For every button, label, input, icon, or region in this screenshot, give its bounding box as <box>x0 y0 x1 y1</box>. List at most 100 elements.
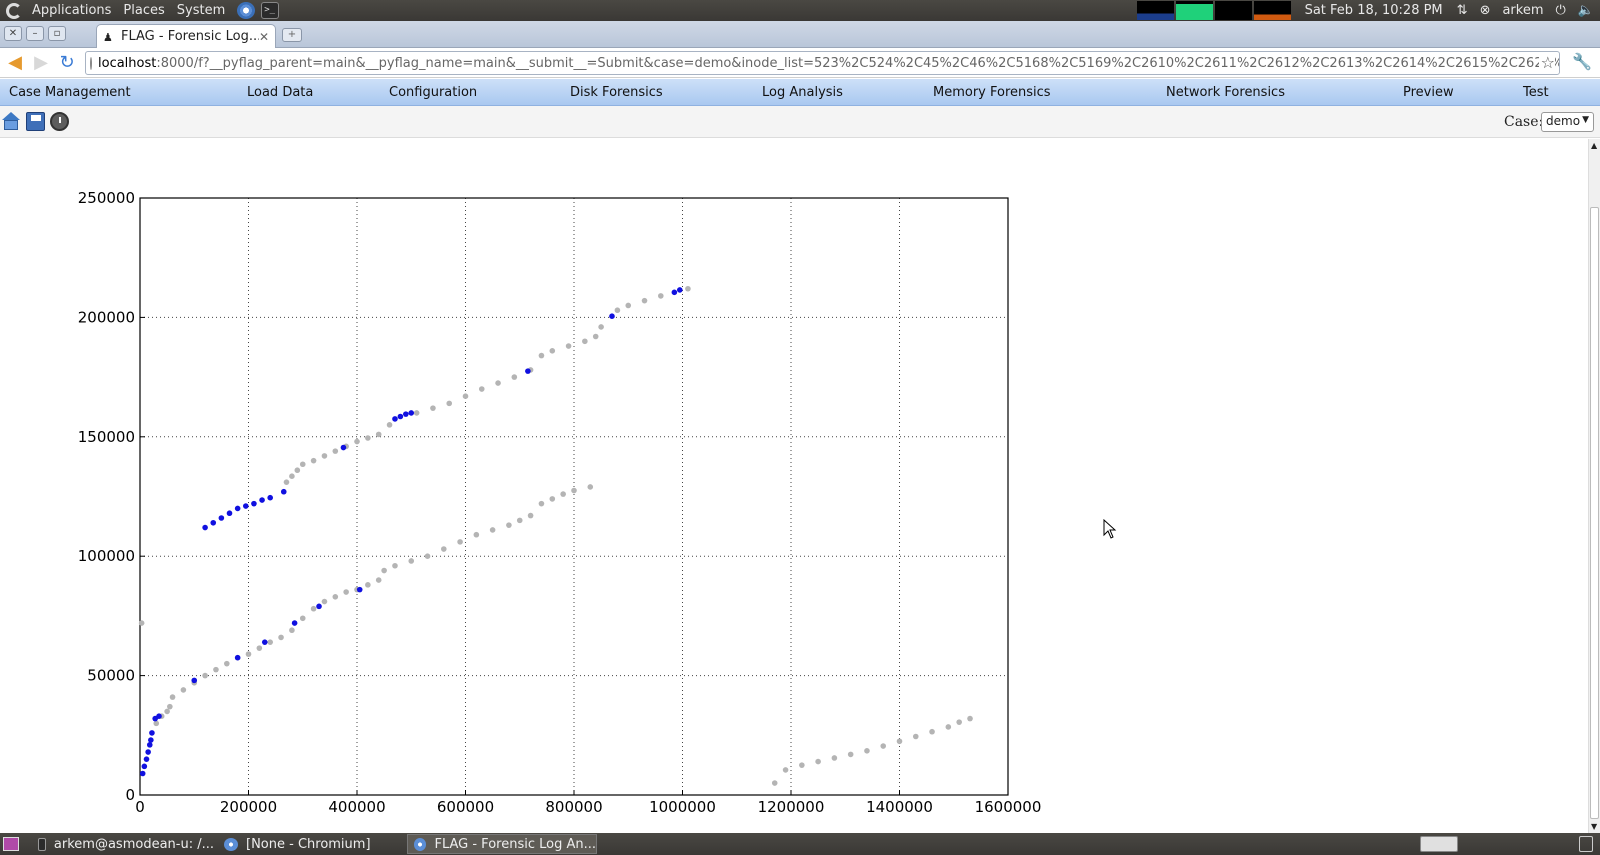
data-point-grey <box>332 593 339 600</box>
data-point-grey <box>489 527 496 533</box>
timezone-icon[interactable] <box>50 112 69 131</box>
menu-log-analysis[interactable]: Log Analysis <box>762 85 843 100</box>
task-chromium-label: [None - Chromium] <box>246 836 371 852</box>
data-point-grey <box>598 324 604 330</box>
menu-load-data[interactable]: Load Data <box>247 85 313 100</box>
forward-arrow-icon[interactable]: ▶ <box>30 52 52 74</box>
window-close-icon[interactable]: ✕ <box>4 26 22 41</box>
system-monitor-applet[interactable] <box>1136 1 1293 20</box>
data-point-grey <box>332 448 339 454</box>
menu-test[interactable]: Test <box>1523 85 1549 100</box>
data-point-grey <box>375 577 382 583</box>
data-point-grey <box>549 496 556 502</box>
data-point-grey <box>424 553 431 559</box>
x-tick-labels: 0 200000 400000 600000 800000 1000000 1200000 1… <box>135 790 1041 816</box>
data-point-grey <box>549 348 556 354</box>
task-flag[interactable]: FLAG - Forensic Log An... <box>407 834 597 854</box>
vertical-scrollbar[interactable]: ▲ ▼ <box>1588 139 1600 833</box>
chart-points <box>138 285 973 786</box>
case-label: Case: <box>1504 114 1544 130</box>
y-tick-label: 150000 <box>78 428 135 446</box>
data-point-blue <box>145 749 151 755</box>
window-minimize-icon[interactable]: – <box>26 26 44 41</box>
data-point-grey <box>582 338 588 345</box>
task-chromium[interactable]: [None - Chromium] <box>218 834 403 854</box>
reload-icon[interactable]: ↻ <box>56 52 78 74</box>
back-arrow-icon[interactable]: ◀ <box>4 52 26 74</box>
data-point-blue <box>259 497 265 503</box>
terminal-launcher-icon[interactable]: >_ <box>261 2 280 19</box>
y-tick-label: 50000 <box>87 667 135 685</box>
task-terminal[interactable]: arkem@asmodean-u: /... <box>32 834 214 854</box>
menu-memory-forensics[interactable]: Memory Forensics <box>933 85 1051 100</box>
places-menu[interactable]: Places <box>117 3 170 18</box>
power-icon[interactable]: ⏻ <box>1550 3 1572 18</box>
data-point-grey <box>685 285 691 292</box>
data-point-grey <box>256 645 263 651</box>
volume-icon[interactable]: 🔈 <box>1572 3 1600 18</box>
bottom-taskbar: arkem@asmodean-u: /... [None - Chromium]… <box>0 833 1600 855</box>
data-point-blue <box>191 677 198 684</box>
data-point-grey <box>967 715 973 722</box>
menu-case-management[interactable]: Case Management <box>9 85 131 100</box>
system-menu[interactable]: System <box>171 3 231 18</box>
data-point-blue <box>242 503 249 509</box>
data-point-blue <box>671 289 678 296</box>
trash-icon[interactable] <box>1579 836 1593 852</box>
data-point-grey <box>164 708 170 715</box>
data-point-grey <box>278 634 284 641</box>
data-point-grey <box>294 467 301 474</box>
scroll-up-icon[interactable]: ▲ <box>1591 141 1597 150</box>
chromium-launcher-icon[interactable] <box>237 2 256 19</box>
load-graph <box>1253 1 1291 20</box>
data-point-grey <box>880 743 887 749</box>
top-panel: Applications Places System >_ Sat Feb 18… <box>0 0 1600 21</box>
panel-username[interactable]: arkem <box>1496 3 1549 18</box>
applications-menu[interactable]: Applications <box>26 3 117 18</box>
panel-tray: Sat Feb 18, 10:28 PM ⇅ ⊗ arkem ⏻ 🔈 <box>1136 0 1600 21</box>
tray-applet-icon[interactable] <box>1420 836 1458 852</box>
panel-clock[interactable]: Sat Feb 18, 10:28 PM <box>1297 3 1451 18</box>
data-point-grey <box>267 639 274 645</box>
menu-preview[interactable]: Preview <box>1403 85 1454 100</box>
data-point-grey <box>392 562 398 569</box>
data-point-grey <box>560 491 566 497</box>
scroll-thumb[interactable] <box>1590 207 1599 819</box>
data-point-blue <box>149 730 155 736</box>
data-point-grey <box>516 517 523 524</box>
case-select[interactable]: demo ▼ <box>1541 112 1594 132</box>
x-tick-label: 600000 <box>437 798 494 816</box>
ubuntu-logo-icon[interactable] <box>6 2 22 19</box>
wrench-menu-icon[interactable]: 🔧 <box>1572 52 1592 71</box>
cpu-graph <box>1136 1 1174 20</box>
tab-close-icon[interactable]: ✕ <box>259 30 269 44</box>
data-point-blue <box>156 713 162 719</box>
x-tick-label: 1400000 <box>866 798 933 816</box>
x-tick-label: 400000 <box>328 798 385 816</box>
y-tick-label: 250000 <box>78 189 135 207</box>
new-tab-button[interactable]: + <box>282 28 302 42</box>
browser-tab[interactable]: ♟ FLAG - Forensic Log... ✕ <box>96 24 276 48</box>
address-bar[interactable]: localhost:8000/f?__pyflag_parent=main&__… <box>85 51 1560 75</box>
network-transfer-icon[interactable]: ⇅ <box>1451 3 1474 18</box>
menu-disk-forensics[interactable]: Disk Forensics <box>570 85 663 100</box>
data-point-blue <box>146 742 153 748</box>
data-point-grey <box>592 333 599 340</box>
bookmark-star-icon[interactable]: ☆ <box>1538 53 1555 72</box>
user-status-icon[interactable]: ⊗ <box>1474 3 1497 18</box>
data-point-blue <box>397 413 404 420</box>
save-icon[interactable] <box>26 112 45 131</box>
scroll-down-icon[interactable]: ▼ <box>1591 822 1597 831</box>
terminal-icon <box>38 837 46 851</box>
home-icon[interactable] <box>2 112 21 131</box>
x-tick-label: 1000000 <box>649 798 716 816</box>
data-point-grey <box>799 762 805 768</box>
data-point-grey <box>180 687 187 693</box>
menu-configuration[interactable]: Configuration <box>389 85 477 100</box>
window-maximize-icon[interactable]: ▫ <box>48 26 66 41</box>
page-info-icon[interactable] <box>90 56 92 70</box>
menu-network-forensics[interactable]: Network Forensics <box>1166 85 1285 100</box>
data-point-blue <box>251 500 257 507</box>
show-desktop-icon[interactable] <box>3 837 19 851</box>
data-point-grey <box>321 453 328 459</box>
